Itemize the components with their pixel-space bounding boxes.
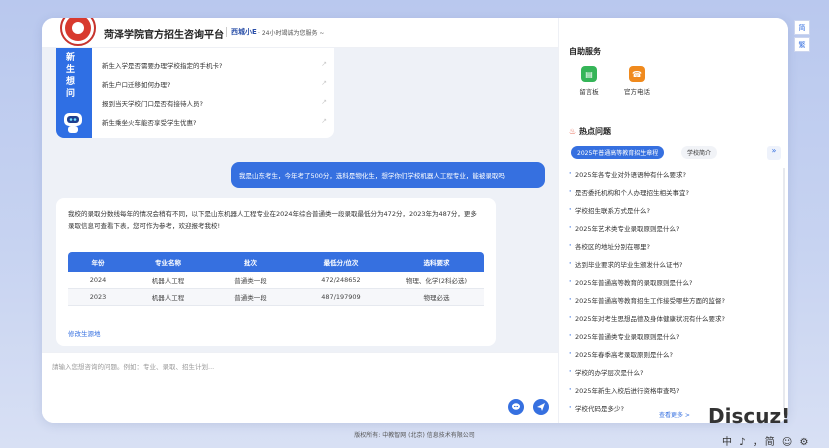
service-label: 留言板 <box>579 88 599 96</box>
hot-question[interactable]: 达到毕业要求的毕业生颁发什么证书? <box>569 259 682 269</box>
service-title: 自助服务 <box>569 47 601 56</box>
chat-area: 新 生 想 问 新生入学是否需要办理学校指定的手机卡? ↗ 新生户口迁移如何办理?… <box>42 48 558 352</box>
hot-question[interactable]: 2025年普通高等教育的录取原则是什么? <box>569 277 692 287</box>
send-icon <box>537 403 545 411</box>
table-cell: 472/248652 <box>321 276 361 284</box>
hot-question[interactable]: 学校的办学层次是什么? <box>569 367 643 377</box>
score-table: 年份 专业名称 批次 最低分/位次 选科要求 2024 机器人工程 普通类一段 … <box>68 252 484 306</box>
robot-icon <box>64 113 82 133</box>
hot-question[interactable]: 是否委托机构和个人办理招生相关事宜? <box>569 187 689 197</box>
share-icon: ↗ <box>321 98 327 106</box>
input-area[interactable]: 請输入您想咨询的问题。例如：专业、录取、招生计划... <box>42 352 558 423</box>
table-header-cell: 年份 <box>91 259 105 267</box>
phone-icon: ☎ <box>629 66 645 82</box>
faq-banner-char: 问 <box>66 89 76 99</box>
table-row: 2023 机器人工程 普通类一段 487/197909 物理必选 <box>68 289 484 306</box>
bot-message: 我校的录取分数线每年的情况会稍有不同，以下是山东机器人工程专业在2024年综合普… <box>56 198 496 346</box>
hot-question[interactable]: 2025年新生入校后进行资格审查吗? <box>569 385 679 395</box>
user-message: 我是山东考生，今年考了500分，选科是物化生，想学你们学校机器人工程专业，能被录… <box>231 162 545 188</box>
school-logo <box>60 18 96 46</box>
hot-question[interactable]: 2025年对考生思想品德及身体健康状况有什么要求? <box>569 313 725 323</box>
ime-toolbar[interactable]: 中 ♪ ，简 ☺ ⚙ <box>722 433 811 448</box>
chat-icon <box>512 403 520 410</box>
faq-card: 新 生 想 问 新生入学是否需要办理学校指定的手机卡? ↗ 新生户口迁移如何办理?… <box>56 48 334 138</box>
table-header-cell: 最低分/位次 <box>323 259 359 267</box>
message-board-button[interactable]: ▤ 留言板 <box>569 66 609 96</box>
tab-charter[interactable]: 2025年普通高等教育招生章程 <box>571 146 665 159</box>
right-sidebar: 自助服务 ▤ 留言板 ☎ 官方电话 ♨ 热点问题 2025年普通高等教育招生章程… <box>558 18 788 423</box>
table-header-cell: 专业名称 <box>155 259 181 267</box>
message-board-icon: ▤ <box>581 66 597 82</box>
discuz-watermark: Discuz! 中 ♪ ，简 ☺ ⚙ <box>704 404 829 448</box>
faq-item[interactable]: 新生入学是否需要办理学校指定的手机卡? ↗ <box>102 60 327 70</box>
hot-title-text: 热点问题 <box>578 127 611 136</box>
faq-item[interactable]: 新生乘坐火车能否享受学生优惠? ↗ <box>102 117 327 127</box>
hot-scrollbar[interactable] <box>783 168 785 408</box>
watermark-title: Discuz! <box>708 404 791 428</box>
table-cell: 2024 <box>89 276 107 284</box>
modify-origin-link[interactable]: 修改生源地 <box>68 328 101 338</box>
fire-icon: ♨ <box>569 127 577 136</box>
table-row: 2024 机器人工程 普通类一段 472/248652 物理、化学(2科必选) <box>68 272 484 289</box>
table-cell: 物理、化学(2科必选) <box>405 277 468 285</box>
hot-question[interactable]: 各校区的地址分别在哪里? <box>569 241 650 251</box>
table-cell: 机器人工程 <box>151 294 185 302</box>
share-icon: ↗ <box>321 79 327 87</box>
table-cell: 机器人工程 <box>151 277 185 285</box>
question-input[interactable]: 請输入您想咨询的问题。例如：专业、录取、招生计划... <box>52 361 214 371</box>
hot-question[interactable]: 学校招生联系方式是什么? <box>569 205 650 215</box>
faq-item[interactable]: 报到当天学校门口是否有接待人员? ↗ <box>102 98 327 108</box>
official-phone-button[interactable]: ☎ 官方电话 <box>617 66 657 96</box>
table-cell: 普通类一段 <box>234 294 267 302</box>
tab-intro[interactable]: 学校简介 <box>681 146 718 159</box>
table-cell: 487/197909 <box>321 293 361 301</box>
hot-question[interactable]: 学校代码是多少? <box>569 403 624 413</box>
bot-message-text: 我校的录取分数线每年的情况会稍有不同，以下是山东机器人工程专业在2024年综合普… <box>68 210 477 230</box>
hot-question[interactable]: 2025年普通类专业录取原则是什么? <box>569 331 679 341</box>
share-icon: ↗ <box>321 60 327 68</box>
header: 菏泽学院官方招生咨询平台 西城小E · 24小时竭诚为您服务 ~ <box>42 18 558 48</box>
hot-question[interactable]: 2025年普通高等教育招生工作接受哪些方面的监督? <box>569 295 725 305</box>
faq-item-text: 新生入学是否需要办理学校指定的手机卡? <box>102 62 223 70</box>
hot-title: ♨ 热点问题 <box>569 126 611 137</box>
faq-item[interactable]: 新生户口迁移如何办理? ↗ <box>102 79 327 89</box>
hot-question[interactable]: 2025年艺术类专业录取原则是什么? <box>569 223 679 233</box>
faq-item-text: 新生户口迁移如何办理? <box>102 81 171 89</box>
share-icon: ↗ <box>321 117 327 125</box>
faq-item-text: 报到当天学校门口是否有接待人员? <box>102 100 203 108</box>
traditional-button[interactable]: 繁 <box>794 37 810 52</box>
see-more-link[interactable]: 查看更多 > <box>659 410 690 419</box>
service-label: 官方电话 <box>624 88 650 96</box>
chat-panel: 菏泽学院官方招生咨询平台 西城小E · 24小时竭诚为您服务 ~ 新 生 想 问… <box>42 18 788 423</box>
table-header-cell: 选科要求 <box>423 259 450 267</box>
chat-bubble-button[interactable] <box>508 399 524 415</box>
simplified-button[interactable]: 简 <box>794 20 810 35</box>
page-title: 菏泽学院官方招生咨询平台 <box>104 30 224 41</box>
brand-label: 西城小E <box>226 27 257 37</box>
table-cell: 物理必选 <box>423 294 450 302</box>
table-cell: 2023 <box>89 293 107 301</box>
tagline: · 24小时竭诚为您服务 ~ <box>258 30 325 37</box>
hot-question[interactable]: 2025年各专业对外语语种有什么要求? <box>569 169 686 179</box>
faq-banner: 新 生 想 问 <box>56 48 92 138</box>
table-header: 年份 专业名称 批次 最低分/位次 选科要求 <box>68 252 484 272</box>
send-button[interactable] <box>533 399 549 415</box>
tabs-more-button[interactable]: » <box>767 146 781 160</box>
hot-question[interactable]: 2025年春季高考录取原则是什么? <box>569 349 673 359</box>
hot-tabs: 2025年普通高等教育招生章程 学校简介 » <box>571 146 781 160</box>
table-header-cell: 批次 <box>244 259 257 267</box>
table-cell: 普通类一段 <box>234 277 267 285</box>
faq-item-text: 新生乘坐火车能否享受学生优惠? <box>102 119 197 127</box>
